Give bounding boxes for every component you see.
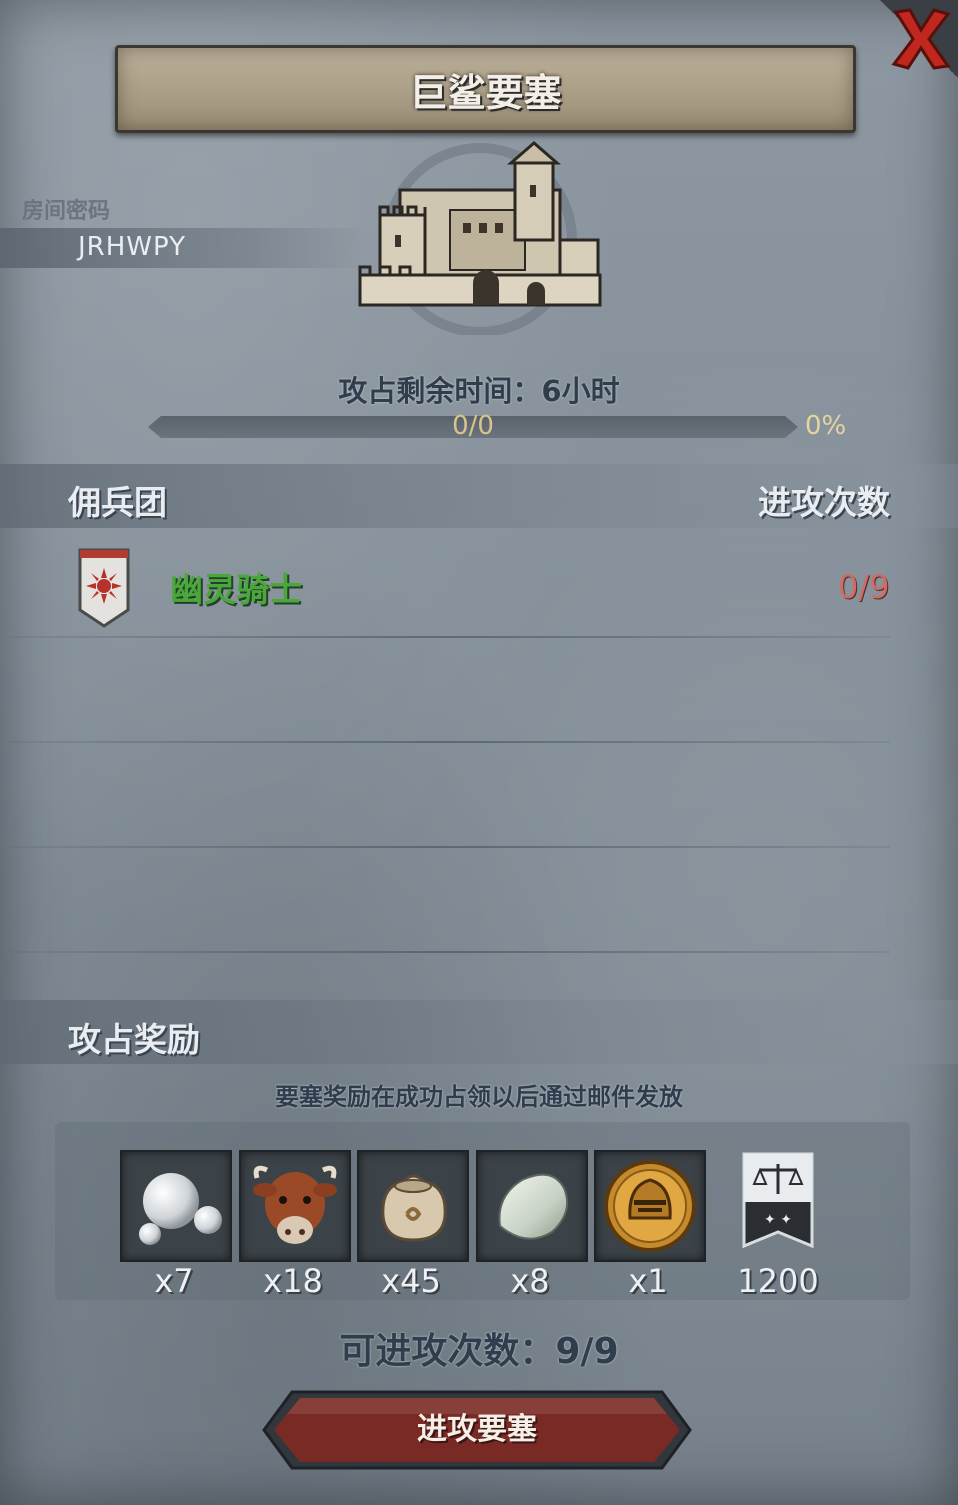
svg-text:✦ ✦: ✦ ✦	[764, 1212, 792, 1228]
reward-item-pearl[interactable]	[120, 1150, 232, 1262]
pearl-icon	[139, 1173, 222, 1245]
sun-shield-icon	[78, 548, 130, 628]
castle-icon	[358, 141, 602, 335]
attack-fortress-label: 进攻要塞	[417, 1412, 537, 1447]
row-divider	[10, 846, 890, 848]
row-divider	[10, 741, 890, 743]
row-divider	[10, 951, 890, 953]
reward-item-sack[interactable]	[357, 1150, 469, 1262]
mercenary-section-title: 佣兵团	[68, 483, 167, 522]
knight-helmet-coin-icon	[604, 1160, 696, 1252]
reward-qty-sack: x45	[381, 1262, 441, 1300]
attack-fortress-button[interactable]: 进攻要塞	[262, 1388, 692, 1472]
remaining-time: 攻占剩余时间：6小时	[338, 374, 620, 408]
capture-progress-text: 0/0	[452, 411, 494, 441]
reward-qty-helmet-coin: x1	[628, 1262, 668, 1300]
stone-icon	[498, 1173, 568, 1240]
close-x-icon	[891, 8, 951, 70]
room-code-label: 房间密码	[22, 199, 111, 224]
reward-item-helmet-coin[interactable]	[594, 1150, 706, 1262]
reward-qty-scales-banner: 1200	[737, 1262, 819, 1300]
dialog-title: 巨鲨要塞	[409, 70, 562, 115]
mercenary-attack-count: 0/9	[838, 568, 890, 606]
reward-item-stone[interactable]	[476, 1150, 588, 1262]
reward-qty-pearl: x7	[154, 1262, 194, 1300]
mercenary-name: 幽灵骑士	[170, 570, 302, 609]
sack-icon	[381, 1174, 447, 1242]
cow-icon	[253, 1165, 337, 1244]
title-banner: 巨鲨要塞	[115, 45, 856, 133]
reward-item-scales-banner[interactable]: ✦ ✦	[724, 1150, 832, 1258]
reward-note: 要塞奖励在成功占领以后通过邮件发放	[275, 1083, 683, 1111]
reward-qty-cow: x18	[263, 1262, 323, 1300]
available-attacks: 可进攻次数：9/9	[339, 1331, 619, 1372]
fortress-dialog: 巨鲨要塞 房间密码 JRHWPY 攻占剩余时间：6小时 0/0 0% 佣兵团 进…	[0, 0, 958, 1505]
reward-section-title: 攻占奖励	[68, 1020, 200, 1059]
room-code-value: JRHWPY	[78, 232, 186, 262]
close-button[interactable]	[880, 0, 958, 78]
attack-count-column-header: 进攻次数	[758, 483, 890, 522]
reward-qty-stone: x8	[510, 1262, 550, 1300]
capture-progress-percent: 0%	[805, 411, 847, 441]
row-divider	[10, 636, 890, 638]
scales-banner-icon: ✦ ✦	[742, 1152, 814, 1249]
reward-item-cow[interactable]	[239, 1150, 351, 1262]
